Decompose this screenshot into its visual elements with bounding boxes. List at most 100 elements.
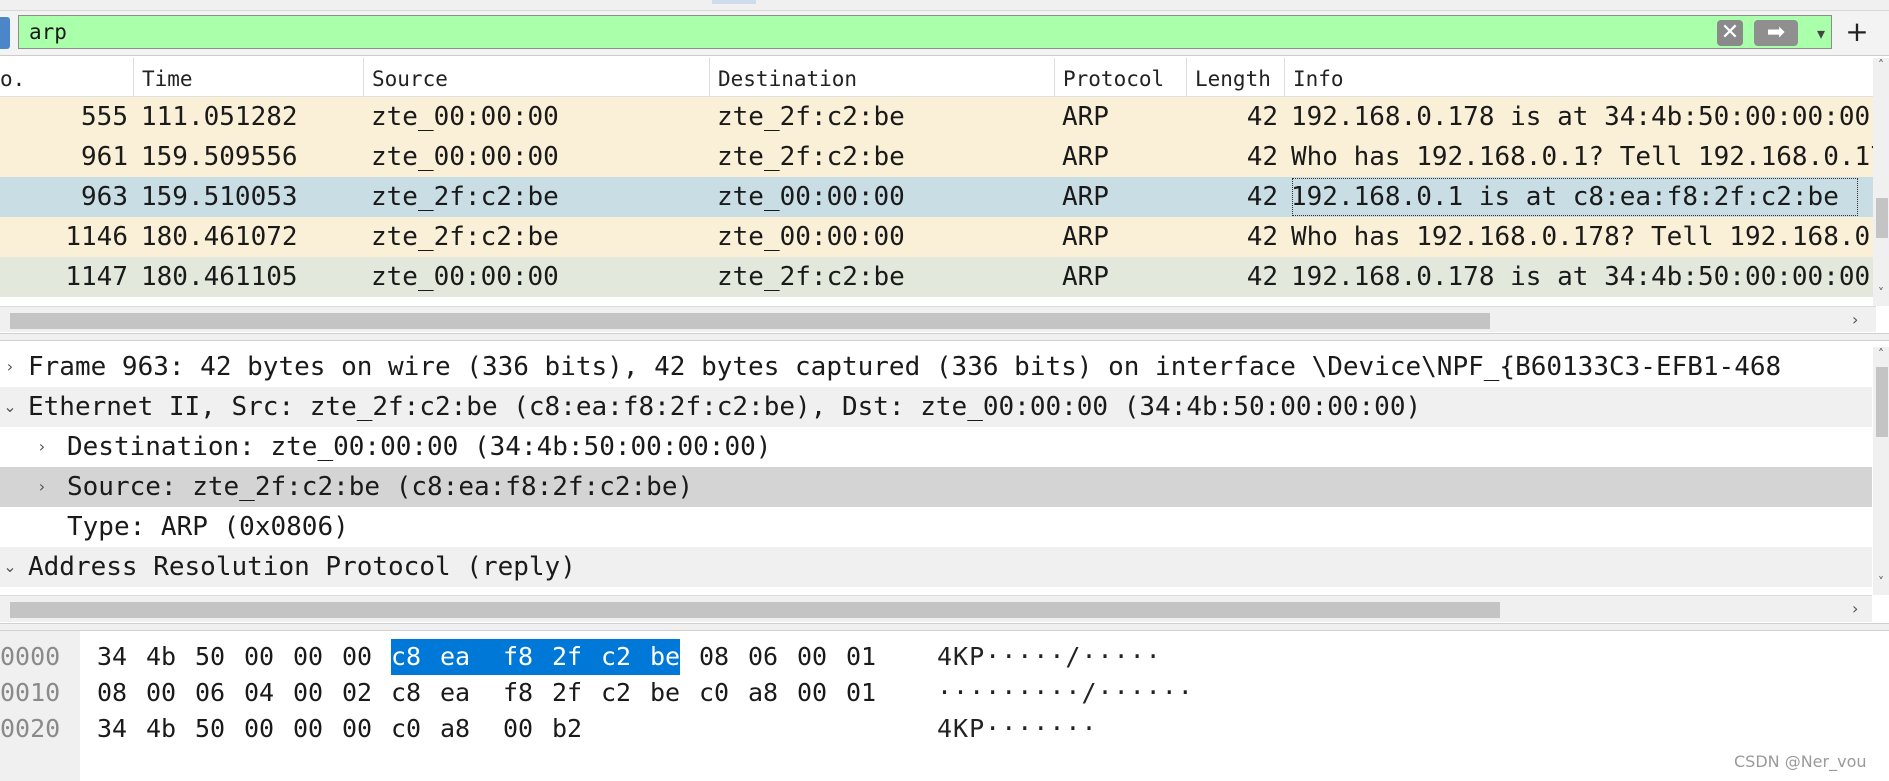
packet-list-vscrollbar[interactable]: ˄ ˅ [1873, 58, 1889, 306]
hscroll-thumb[interactable] [10, 313, 1490, 329]
hex-byte[interactable]: 4b [146, 711, 176, 747]
hex-byte[interactable]: a8 [748, 675, 778, 711]
hex-byte[interactable]: 06 [748, 639, 778, 675]
apply-filter-button[interactable]: ➡ [1751, 19, 1801, 47]
bytes-row[interactable]: 0020 34 4b 50 00 00 00 c0 a8 00 b2 4KP······· [0, 711, 1889, 747]
detail-tree-row-arp[interactable]: ⌄ Address Resolution Protocol (reply) [0, 547, 1872, 587]
detail-tree-row-source-selected[interactable]: › Source: zte_2f:c2:be (c8:ea:f8:2f:c2:b… [0, 467, 1872, 507]
hscroll-thumb[interactable] [10, 602, 1500, 618]
hex-byte[interactable]: 00 [503, 711, 533, 747]
column-header-time[interactable]: Time [134, 58, 364, 96]
chevron-right-icon[interactable]: › [32, 467, 52, 507]
hex-byte[interactable]: 00 [293, 675, 323, 711]
hex-byte[interactable]: 00 [797, 639, 827, 675]
column-header-no[interactable]: o. [0, 58, 134, 96]
packet-protocol: ARP [1062, 182, 1109, 212]
scroll-right-arrow-icon[interactable]: › [1852, 307, 1858, 332]
chevron-down-icon[interactable]: ⌄ [0, 387, 20, 427]
pane-splitter[interactable] [0, 333, 1889, 341]
hex-byte[interactable]: a8 [440, 711, 470, 747]
hex-byte[interactable]: 04 [244, 675, 274, 711]
packet-info: 192.168.0.178 is at 34:4b:50:00:00:00 [1291, 102, 1871, 132]
hex-byte[interactable]: 00 [342, 639, 372, 675]
hex-byte[interactable]: 2f [552, 639, 602, 675]
packet-list-hscrollbar[interactable]: › [0, 306, 1876, 332]
hex-byte[interactable]: 50 [195, 639, 225, 675]
hex-byte[interactable]: c8 [391, 675, 421, 711]
add-filter-button[interactable]: + [1842, 15, 1872, 49]
filter-text[interactable]: arp [29, 21, 67, 43]
packet-no: 1147 [65, 262, 128, 292]
detail-tree-row-ethernet[interactable]: ⌄ Ethernet II, Src: zte_2f:c2:be (c8:ea:… [0, 387, 1872, 427]
ascii-bytes[interactable]: 4KP·····/····· [937, 639, 1162, 675]
clear-filter-button[interactable]: ✕ [1715, 19, 1745, 47]
hex-byte[interactable]: 08 [97, 675, 127, 711]
vscroll-thumb[interactable] [1876, 198, 1888, 238]
hex-byte[interactable]: 00 [244, 711, 274, 747]
detail-tree-row-frame[interactable]: › Frame 963: 42 bytes on wire (336 bits)… [0, 347, 1872, 387]
hex-byte[interactable]: 08 [699, 639, 729, 675]
hex-byte[interactable]: 34 [97, 711, 127, 747]
hex-byte[interactable]: c0 [391, 711, 421, 747]
chevron-right-icon[interactable]: › [0, 347, 20, 387]
hex-byte[interactable]: f8 [503, 675, 533, 711]
scroll-down-arrow-icon[interactable]: ˅ [1873, 286, 1889, 300]
hex-byte[interactable]: be [650, 675, 680, 711]
ascii-bytes[interactable]: 4KP······· [937, 711, 1098, 747]
display-filter-input[interactable]: arp ✕ ➡ ▾ [18, 15, 1832, 49]
hex-byte[interactable]: c0 [699, 675, 729, 711]
vscroll-thumb[interactable] [1876, 367, 1888, 437]
packet-row-selected[interactable]: 963 159.510053 zte_2f:c2:be zte_00:00:00… [0, 177, 1876, 217]
pane-splitter[interactable] [0, 623, 1889, 631]
hex-byte[interactable]: 00 [293, 639, 323, 675]
packet-row[interactable]: 555 111.051282 zte_00:00:00 zte_2f:c2:be… [0, 97, 1876, 137]
details-vscrollbar[interactable]: ˄ ˅ [1873, 347, 1889, 595]
hex-byte[interactable]: ea [440, 675, 470, 711]
hex-byte[interactable]: c8 [391, 639, 441, 675]
hex-byte[interactable]: c2 [601, 639, 651, 675]
watermark: CSDN @Ner_vou [1734, 752, 1867, 771]
hex-byte[interactable]: 00 [797, 675, 827, 711]
detail-tree-row-destination[interactable]: › Destination: zte_00:00:00 (34:4b:50:00… [0, 427, 1872, 467]
packet-row[interactable]: 1146 180.461072 zte_2f:c2:be zte_00:00:0… [0, 217, 1876, 257]
hex-byte[interactable]: 01 [846, 675, 876, 711]
hex-byte[interactable]: 00 [342, 711, 372, 747]
hex-byte[interactable]: 4b [146, 639, 176, 675]
packet-row[interactable]: 1147 180.461105 zte_00:00:00 zte_2f:c2:b… [0, 257, 1876, 297]
hex-byte[interactable]: ea [440, 639, 504, 675]
hex-byte[interactable]: f8 [503, 639, 553, 675]
column-header-source[interactable]: Source [364, 58, 710, 96]
hex-byte[interactable]: 00 [293, 711, 323, 747]
chevron-right-icon[interactable]: › [32, 427, 52, 467]
filter-history-dropdown[interactable]: ▾ [1809, 19, 1833, 47]
hex-byte[interactable]: 00 [146, 675, 176, 711]
hex-byte[interactable]: c2 [601, 675, 631, 711]
hex-byte[interactable]: 00 [244, 639, 274, 675]
scroll-right-arrow-icon[interactable]: › [1852, 596, 1858, 622]
detail-tree-row-type[interactable]: Type: ARP (0x0806) [0, 507, 1872, 547]
arrow-right-icon: ➡ [1754, 20, 1798, 46]
hex-byte[interactable]: 2f [552, 675, 582, 711]
filter-bookmark-icon[interactable] [0, 17, 10, 49]
hex-byte[interactable]: 06 [195, 675, 225, 711]
hex-byte[interactable]: be [650, 639, 681, 675]
column-header-length[interactable]: Length [1187, 58, 1285, 96]
bytes-row[interactable]: 0010 08 00 06 04 00 02 c8 ea f8 2f c2 be c0 a8 00 01 ··… [0, 675, 1889, 711]
hex-byte[interactable]: 50 [195, 711, 225, 747]
scroll-up-arrow-icon[interactable]: ˄ [1873, 58, 1889, 72]
column-header-protocol[interactable]: Protocol [1055, 58, 1187, 96]
ascii-bytes[interactable]: ·········/······ [937, 675, 1194, 711]
scroll-down-arrow-icon[interactable]: ˅ [1873, 575, 1889, 589]
details-hscrollbar[interactable]: › [0, 595, 1872, 622]
chevron-down-icon[interactable]: ⌄ [0, 547, 20, 587]
hex-byte[interactable]: b2 [552, 711, 582, 747]
column-header-info[interactable]: Info [1285, 58, 1876, 96]
scroll-up-arrow-icon[interactable]: ˄ [1873, 347, 1889, 361]
column-header-destination[interactable]: Destination [710, 58, 1055, 96]
packet-row[interactable]: 961 159.509556 zte_00:00:00 zte_2f:c2:be… [0, 137, 1876, 177]
hex-byte[interactable]: 34 [97, 639, 127, 675]
bytes-row[interactable]: 0000 34 4b 50 00 00 00 c8 ea f8 2f c2 be 08 06 00 01 4K… [0, 639, 1889, 675]
hex-byte[interactable]: 01 [846, 639, 876, 675]
toolbar-tab-indicator [712, 0, 756, 4]
hex-byte[interactable]: 02 [342, 675, 372, 711]
